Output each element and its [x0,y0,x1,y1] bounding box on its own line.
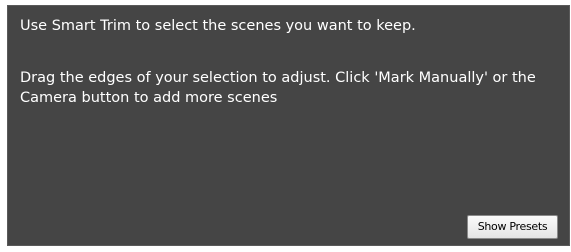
show-presets-button[interactable]: Show Presets [467,215,558,239]
smart-trim-intro-text: Use Smart Trim to select the scenes you … [20,18,416,34]
smart-trim-help-text: Drag the edges of your selection to adju… [20,70,536,106]
smart-trim-instructions-panel: Use Smart Trim to select the scenes you … [7,5,570,246]
